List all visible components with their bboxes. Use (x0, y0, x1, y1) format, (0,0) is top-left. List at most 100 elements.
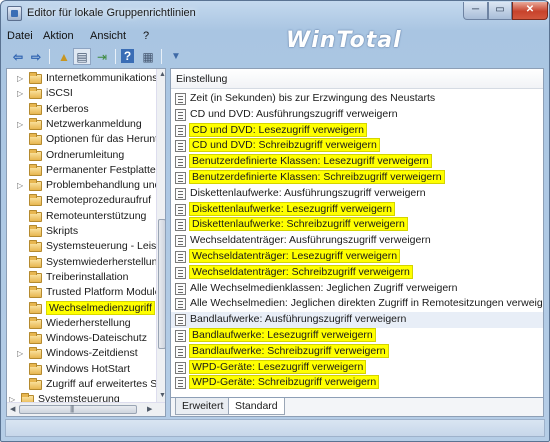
policy-row[interactable]: Bandlaufwerke: Schreibzugriff verweigern (171, 343, 543, 360)
tab-erweitert[interactable]: Erweitert (175, 398, 231, 415)
policy-row[interactable]: Bandlaufwerke: Ausführungszugriff verwei… (171, 312, 543, 329)
navigation-tree: ▷ Internetkommunikationsv ▷ iSCSI Kerberos ▷ N… (6, 68, 166, 417)
column-header-label: Einstellung (176, 73, 228, 85)
tree-item-label: Systemsteuerung - Leistu (46, 240, 166, 253)
tree-vertical-scrollbar[interactable]: ▲ ▼ (156, 69, 165, 402)
policy-label: Wechseldatenträger: Ausführungszugriff v… (190, 234, 431, 247)
toolbar-separator (115, 49, 116, 64)
folder-icon (29, 301, 42, 314)
policy-row[interactable]: CD und DVD: Schreibzugriff verweigern (171, 138, 543, 154)
tree-horizontal-scrollbar[interactable]: ◀ ||| ▶ (7, 402, 165, 416)
scroll-left-icon[interactable]: ◀ (10, 405, 15, 413)
policy-row[interactable]: Alle Wechselmedien: Jeglichen direkten Z… (171, 296, 543, 312)
settings-list: Einstellung Zeit (in Sekunden) bis zur E… (170, 68, 544, 398)
folder-icon (29, 117, 42, 130)
tree-item-label: Netzwerkanmeldung (46, 117, 142, 130)
tree-item-label: Wechselmedienzugriff (46, 300, 155, 315)
policy-setting-icon (175, 314, 186, 327)
tree-item-label: Skripts (46, 225, 79, 237)
policy-label: Bandlaufwerke: Lesezugriff verweigern (189, 328, 376, 342)
back-arrow-icon[interactable]: ⇦ (9, 48, 27, 65)
tree-item-label: iSCSI (46, 87, 73, 100)
folder-icon (29, 255, 42, 268)
status-bar (5, 419, 545, 437)
policy-setting-icon (175, 266, 186, 279)
policy-setting-icon (175, 377, 186, 390)
expand-arrow-icon[interactable]: ▷ (17, 120, 23, 129)
policy-row[interactable]: Alle Wechselmedienklassen: Jeglichen Zug… (171, 281, 543, 297)
tree-item-label: Optionen für das Herunte (46, 133, 164, 146)
policy-row[interactable]: Wechseldatenträger: Schreibzugriff verwe… (171, 264, 543, 281)
policy-label: Zeit (in Sekunden) bis zur Erzwingung de… (190, 92, 436, 104)
menu-aktion[interactable]: Aktion (43, 30, 74, 42)
tree-item-label: Permanenter Festplattenc (46, 163, 166, 176)
policy-row[interactable]: Wechseldatenträger: Lesezugriff verweige… (171, 249, 543, 265)
tree-vertical-scroll-thumb[interactable] (158, 219, 165, 349)
tree-item-label: Treiberinstallation (46, 270, 129, 283)
policy-label: CD und DVD: Ausführungszugriff verweiger… (190, 107, 398, 120)
policy-row[interactable]: Bandlaufwerke: Lesezugriff verweigern (171, 328, 543, 344)
policy-row[interactable]: Benutzerdefinierte Klassen: Schreibzugri… (171, 170, 543, 186)
policy-label: CD und DVD: Lesezugriff verweigern (189, 122, 367, 137)
policy-row[interactable]: Diskettenlaufwerke: Lesezugriff verweige… (171, 201, 543, 218)
up-folder-icon[interactable]: ▲ (55, 48, 73, 65)
scroll-down-icon[interactable]: ▼ (159, 392, 165, 399)
policy-label: Wechseldatenträger: Schreibzugriff verwe… (189, 264, 413, 279)
policy-row[interactable]: Benutzerdefinierte Klassen: Lesezugriff … (171, 154, 543, 170)
policy-row[interactable]: CD und DVD: Lesezugriff verweigern (171, 122, 543, 139)
policy-label: Diskettenlaufwerke: Lesezugriff verweige… (189, 201, 395, 216)
expand-arrow-icon[interactable]: ▷ (17, 181, 23, 190)
export-list-icon[interactable]: ⇥ (93, 48, 111, 65)
filter-icon[interactable]: ▼ (167, 48, 185, 65)
column-header-einstellung[interactable]: Einstellung (171, 69, 543, 89)
view-tabs: Erweitert Standard (170, 398, 544, 417)
folder-icon (29, 209, 42, 222)
tab-standard[interactable]: Standard (228, 398, 285, 415)
policy-setting-icon (175, 361, 186, 374)
expand-arrow-icon[interactable]: ▷ (17, 349, 23, 358)
tree-item-label: Remoteprozeduraufruf (46, 194, 152, 207)
toolbar: ⇦ ⇨ ▲ ▤ ⇥ ? ▦ ▼ (5, 47, 545, 67)
tree-item-label: Ordnerumleitung (46, 148, 125, 161)
show-tree-icon[interactable]: ▤ (73, 48, 91, 65)
title-bar[interactable]: Editor für lokale Gruppenrichtlinien ─ ▭… (1, 1, 549, 27)
close-button[interactable]: ✕ (512, 2, 548, 20)
policy-row[interactable]: Diskettenlaufwerke: Schreibzugriff verwe… (171, 217, 543, 233)
folder-icon (29, 194, 42, 207)
properties-icon[interactable]: ▦ (139, 48, 157, 65)
menu-datei[interactable]: Datei (7, 30, 33, 42)
folder-icon (29, 270, 42, 283)
policy-row[interactable]: Diskettenlaufwerke: Ausführungszugriff v… (171, 186, 543, 202)
help-icon[interactable]: ? (121, 49, 134, 63)
folder-icon (29, 332, 42, 345)
maximize-button[interactable]: ▭ (488, 2, 512, 20)
menu-help[interactable]: ? (143, 30, 149, 42)
scroll-grip-icon: ||| (70, 404, 74, 413)
policy-row[interactable]: CD und DVD: Ausführungszugriff verweiger… (171, 107, 543, 123)
folder-icon (29, 347, 42, 360)
folder-icon (29, 286, 42, 299)
folder-icon (29, 378, 42, 390)
tree-item-label: Kerberos (46, 102, 89, 115)
expand-arrow-icon[interactable]: ▷ (17, 74, 23, 83)
expand-arrow-icon[interactable]: ▷ (17, 89, 23, 98)
policy-row[interactable]: Wechseldatenträger: Ausführungszugriff v… (171, 233, 543, 249)
folder-icon (29, 87, 42, 100)
menu-ansicht[interactable]: Ansicht (90, 30, 126, 42)
policy-row[interactable]: WPD-Geräte: Schreibzugriff verweigern (171, 375, 543, 391)
scroll-up-icon[interactable]: ▲ (159, 71, 165, 78)
scroll-right-icon[interactable]: ▶ (147, 405, 152, 413)
folder-icon (29, 72, 42, 84)
folder-icon (29, 240, 42, 253)
policy-setting-icon (175, 140, 186, 153)
tree-item-label: Windows HotStart (46, 362, 131, 375)
tree-item-label: Remoteunterstützung (46, 209, 147, 222)
tree-item-label: Windows-Zeitdienst (46, 347, 138, 360)
policy-label: Diskettenlaufwerke: Schreibzugriff verwe… (189, 217, 408, 232)
forward-arrow-icon[interactable]: ⇨ (27, 48, 45, 65)
policy-row[interactable]: Zeit (in Sekunden) bis zur Erzwingung de… (171, 91, 543, 107)
policy-editor-icon (7, 6, 22, 21)
minimize-button[interactable]: ─ (463, 2, 488, 20)
tree-horizontal-scroll-thumb[interactable]: ||| (19, 404, 137, 414)
policy-row[interactable]: WPD-Geräte: Lesezugriff verweigern (171, 359, 543, 376)
